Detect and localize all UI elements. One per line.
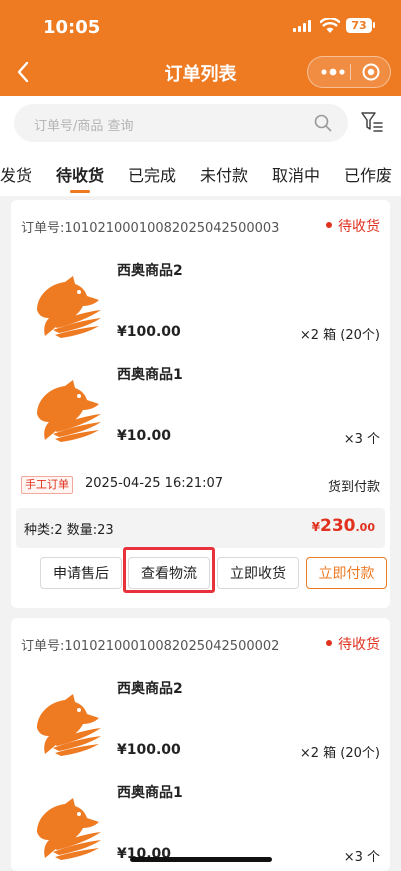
order-summary: 种类:2 数量:23 ¥230.00 (16, 508, 385, 548)
more-dots-icon[interactable] (320, 65, 346, 79)
search-placeholder: 订单号/商品 查询 (34, 119, 134, 134)
horse-logo-icon (37, 798, 101, 860)
tab-unpaid[interactable]: 未付款 (200, 162, 248, 186)
active-tab-indicator (70, 190, 90, 193)
search-input[interactable]: 订单号/商品 查询 (14, 104, 348, 142)
item-quantity: ×3 个 (343, 432, 380, 447)
item-name: 西奥商品2 (117, 263, 183, 279)
after-sales-button[interactable]: 申请售后 (40, 557, 122, 589)
tab-shipping[interactable]: 发货 (0, 162, 32, 186)
order-time: 2025-04-25 16:21:07 (85, 476, 224, 491)
item-name: 西奥商品1 (117, 367, 183, 383)
order-meta: 手工订单 2025-04-25 16:21:07 货到付款 (21, 476, 380, 496)
item-quantity: ×2 箱 (20个) (299, 328, 380, 343)
confirm-receipt-button[interactable]: 立即收货 (217, 557, 299, 589)
order-status: 待收货 (326, 216, 380, 236)
status-bar: 10:05 73 (0, 0, 401, 46)
item-name: 西奥商品1 (117, 785, 183, 801)
search-icon[interactable] (314, 114, 332, 132)
order-amount: ¥230.00 (311, 516, 375, 536)
order-item[interactable]: 西奥商品1 ¥10.00 ×3 个 (11, 356, 390, 460)
summary-text: 种类:2 数量:23 (24, 523, 114, 538)
item-price: ¥100.00 (117, 324, 181, 340)
horse-logo-icon (37, 276, 101, 338)
tab-cancelling[interactable]: 取消中 (272, 162, 320, 186)
status-tabs: 发货 待收货 已完成 未付款 取消中 已作废 (0, 156, 401, 196)
item-price: ¥100.00 (117, 742, 181, 758)
payment-method: 货到付款 (327, 480, 380, 495)
target-circle-icon[interactable] (362, 63, 380, 81)
tab-voided[interactable]: 已作废 (344, 162, 392, 186)
item-price: ¥10.00 (117, 428, 172, 444)
order-number: 订单号:10102100010082025042500002 (21, 639, 280, 654)
search-bar: 订单号/商品 查询 (0, 96, 401, 156)
highlight-box (123, 547, 215, 593)
item-quantity: ×2 箱 (20个) (299, 746, 380, 761)
filter-icon[interactable] (360, 110, 384, 134)
manual-order-tag: 手工订单 (21, 476, 73, 494)
horse-logo-icon (37, 380, 101, 442)
item-quantity: ×3 个 (343, 850, 380, 865)
signal-icon (293, 20, 313, 32)
battery-icon: 73 (346, 18, 372, 33)
horse-logo-icon (37, 694, 101, 756)
capsule-divider (350, 64, 351, 80)
tab-to-receive[interactable]: 待收货 (56, 162, 104, 186)
order-item[interactable]: 西奥商品2 ¥100.00 ×2 箱 (20个) (11, 670, 390, 774)
mini-program-capsule (307, 56, 391, 88)
order-card[interactable]: 订单号:10102100010082025042500002 待收货 西奥商品2… (11, 618, 390, 871)
wifi-icon (320, 18, 340, 33)
app-header: 10:05 73 订单列表 (0, 0, 401, 96)
order-number: 订单号:10102100010082025042500003 (21, 221, 280, 236)
status-time: 10:05 (43, 17, 101, 38)
item-name: 西奥商品2 (117, 681, 183, 697)
order-item[interactable]: 西奥商品2 ¥100.00 ×2 箱 (20个) (11, 252, 390, 356)
pay-now-button[interactable]: 立即付款 (306, 557, 387, 589)
home-indicator (130, 857, 272, 862)
order-status: 待收货 (326, 634, 380, 654)
tab-completed[interactable]: 已完成 (128, 162, 176, 186)
battery-tip (373, 22, 375, 28)
